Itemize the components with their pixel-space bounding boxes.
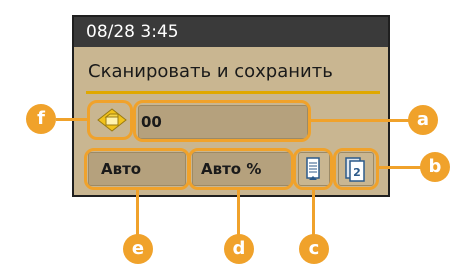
highlight-f <box>87 100 133 140</box>
callout-line-e <box>136 190 139 238</box>
highlight-d <box>188 148 294 190</box>
callout-line-c <box>312 190 315 238</box>
highlight-c <box>293 148 333 190</box>
datetime-label: 08/28 3:45 <box>86 22 179 42</box>
callout-c: c <box>299 234 329 264</box>
title-underline <box>86 91 380 94</box>
callout-b: b <box>420 152 450 182</box>
callout-a: a <box>408 105 438 135</box>
highlight-e <box>84 148 190 190</box>
highlight-b <box>333 148 379 190</box>
callout-d: d <box>224 234 254 264</box>
screen-title: Сканировать и сохранить <box>88 61 333 82</box>
callout-line-b <box>378 166 422 169</box>
status-bar: 08/28 3:45 <box>74 17 388 47</box>
highlight-a <box>133 100 311 142</box>
callout-e: e <box>123 234 153 264</box>
callout-f: f <box>26 104 56 134</box>
callout-line-f <box>56 118 88 121</box>
callout-line-a <box>310 119 410 122</box>
callout-line-d <box>237 190 240 238</box>
